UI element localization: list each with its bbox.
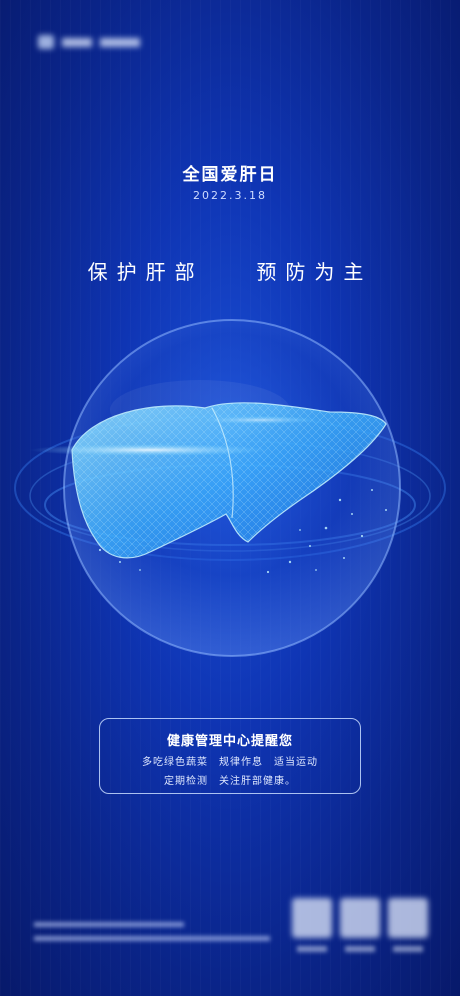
qr-code-icon — [292, 898, 332, 938]
qr-code-icon-2 — [340, 898, 380, 938]
slogan-part-1: 保护肝部 — [87, 260, 204, 284]
footer-info-blurred — [34, 922, 270, 950]
event-date: 2022.3.18 — [193, 189, 267, 202]
card-heading: 健康管理中心提醒您 — [166, 734, 293, 749]
brand-logo — [38, 34, 140, 50]
liver-illustration-icon — [14, 319, 446, 657]
reminder-card: 健康管理中心提醒您 多吃绿色蔬菜 规律作息 适当运动 定期检测 关注肝部健康。 — [99, 718, 361, 794]
card-line-2: 定期检测 关注肝部健康。 — [164, 776, 296, 787]
qr-label-blurred-2 — [345, 946, 375, 952]
qr-label-blurred-3 — [393, 946, 423, 952]
qr-label-blurred — [297, 946, 327, 952]
slogan-part-2: 预防为主 — [256, 260, 373, 284]
slogan: 保护肝部 预防为主 — [0, 256, 460, 285]
card-line-1: 多吃绿色蔬菜 规律作息 适当运动 — [142, 757, 318, 768]
qr-code-icon-3 — [388, 898, 428, 938]
brand-name-blurred — [62, 37, 92, 47]
page-title: 全国爱肝日 — [182, 165, 278, 185]
brand-name-blurred-2 — [100, 37, 140, 47]
brand-logo-icon — [38, 35, 54, 49]
